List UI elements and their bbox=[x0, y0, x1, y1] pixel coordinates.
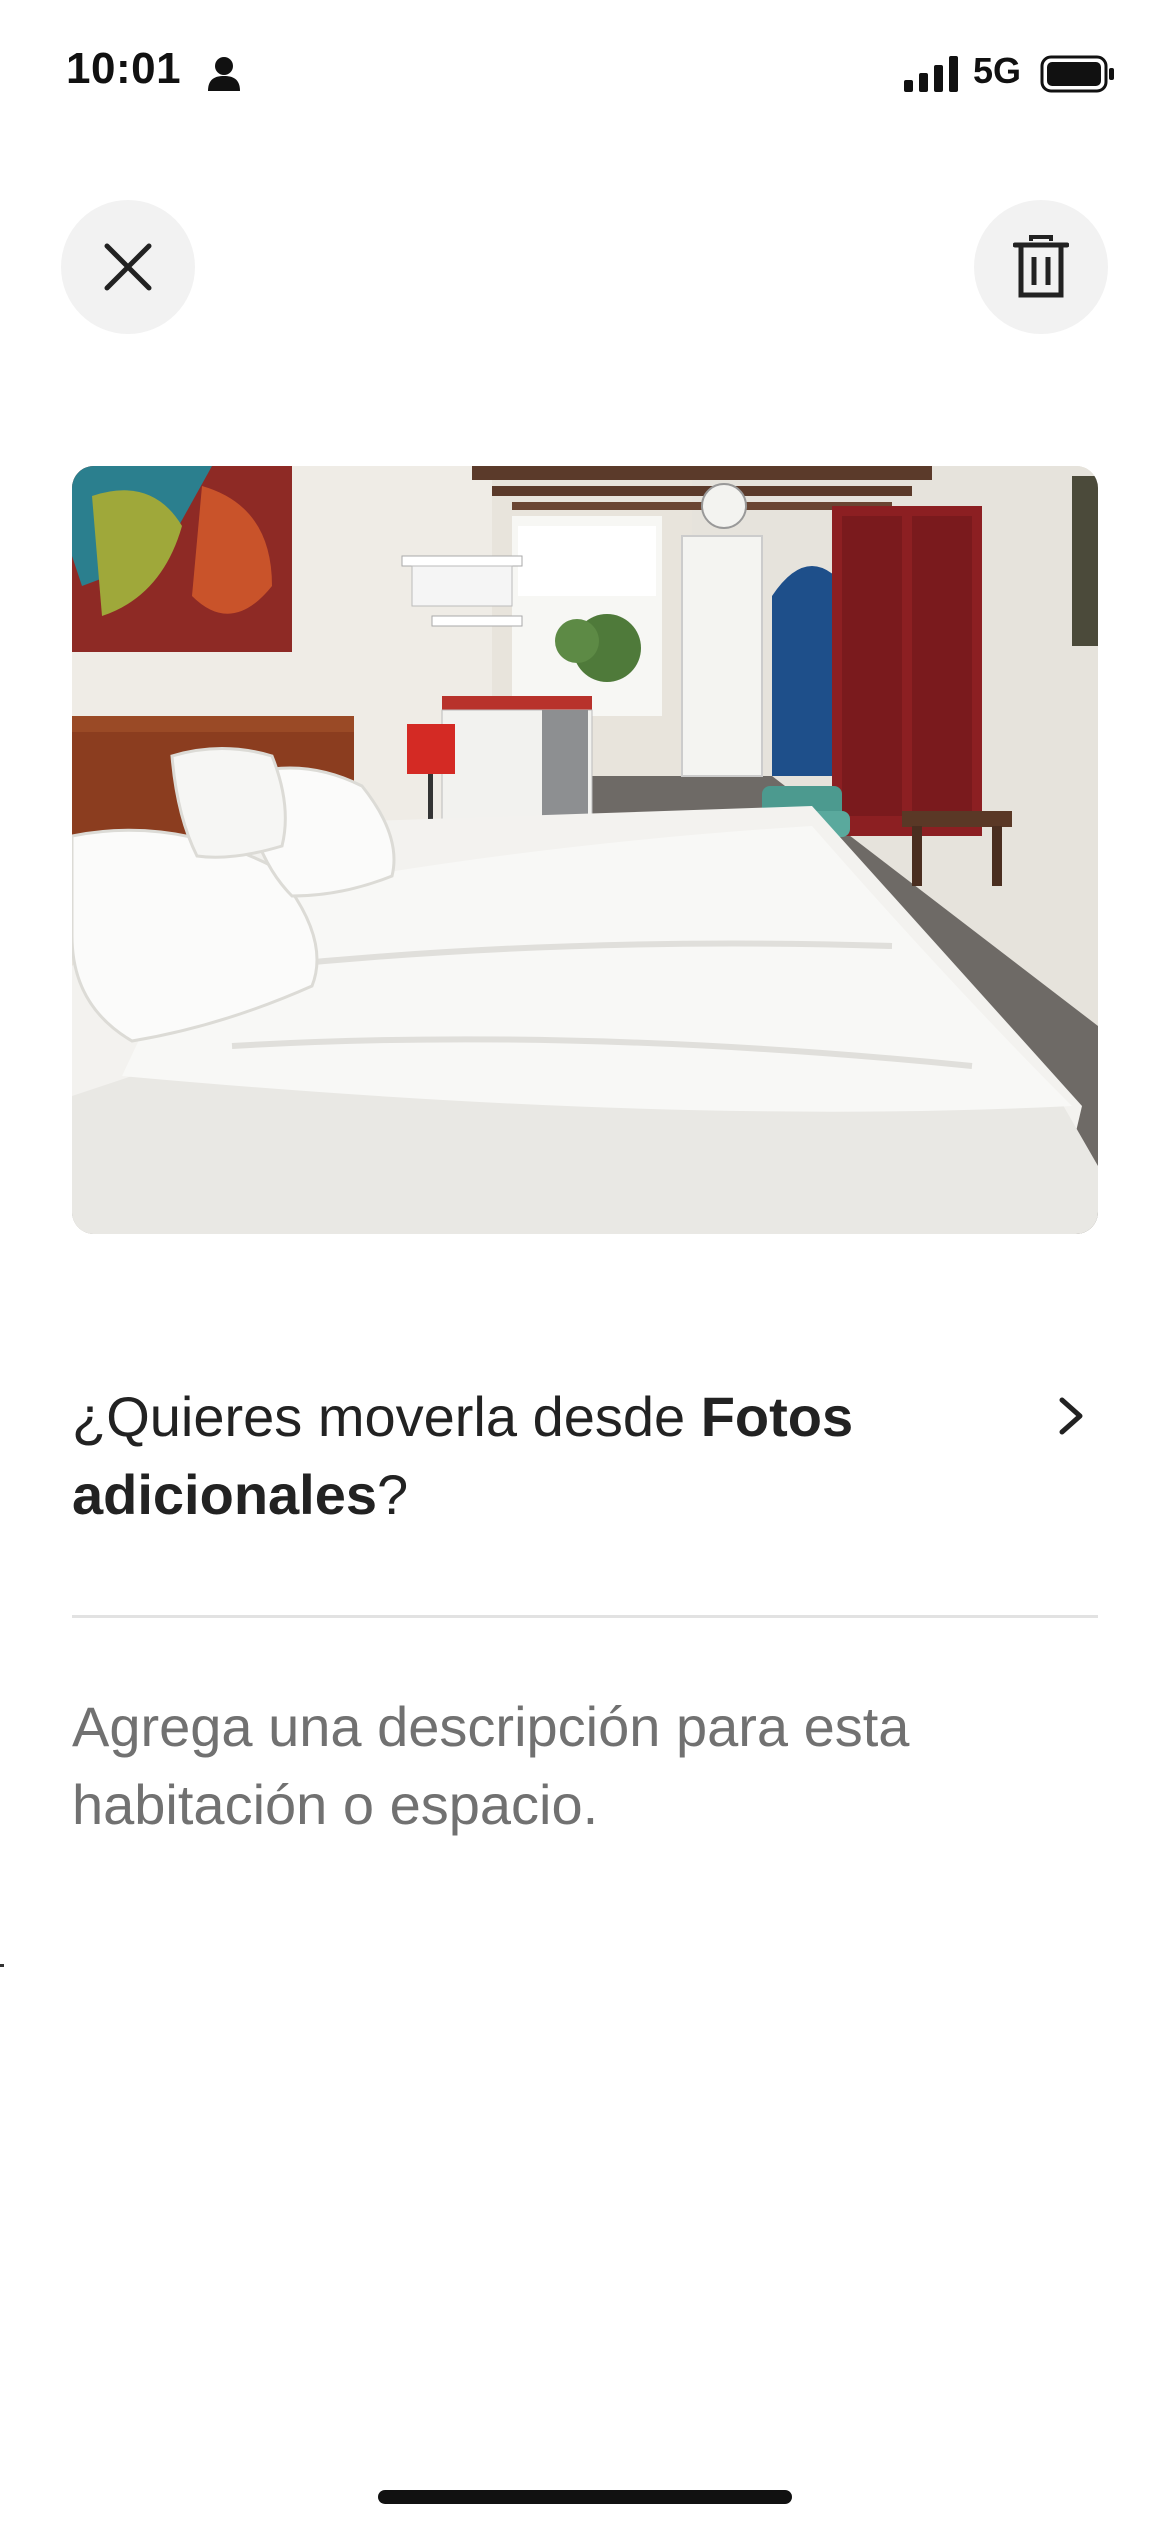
photo-detail-screen: 10:01 5G ¿Quieres moverla desde Fotos ad… bbox=[0, 0, 1170, 2532]
description-input[interactable]: Agrega una descripción para esta habitac… bbox=[72, 1688, 1098, 1844]
status-time: 10:01 bbox=[66, 44, 182, 93]
status-bar: 10:01 5G bbox=[0, 0, 1170, 150]
signal-icon bbox=[904, 56, 958, 92]
trash-icon bbox=[1013, 235, 1069, 298]
close-button[interactable] bbox=[61, 200, 195, 334]
home-indicator[interactable] bbox=[378, 2490, 792, 2504]
room-photo[interactable] bbox=[72, 466, 1098, 1234]
delete-button[interactable] bbox=[974, 200, 1108, 334]
move-suffix: ? bbox=[377, 1463, 409, 1526]
edge-mark bbox=[0, 1964, 4, 1967]
battery-icon bbox=[1040, 55, 1114, 93]
bedroom-photo bbox=[72, 466, 1098, 1234]
move-prefix: ¿Quieres moverla desde bbox=[72, 1385, 701, 1448]
network-type: 5G bbox=[973, 50, 1022, 91]
divider bbox=[72, 1615, 1098, 1618]
close-icon bbox=[104, 243, 152, 291]
person-icon bbox=[208, 57, 240, 91]
chevron-right-icon bbox=[1059, 1397, 1083, 1435]
move-from-album-text: ¿Quieres moverla desde Fotos adicionales… bbox=[72, 1378, 992, 1534]
move-from-album-row[interactable]: ¿Quieres moverla desde Fotos adicionales… bbox=[72, 1378, 1098, 1548]
